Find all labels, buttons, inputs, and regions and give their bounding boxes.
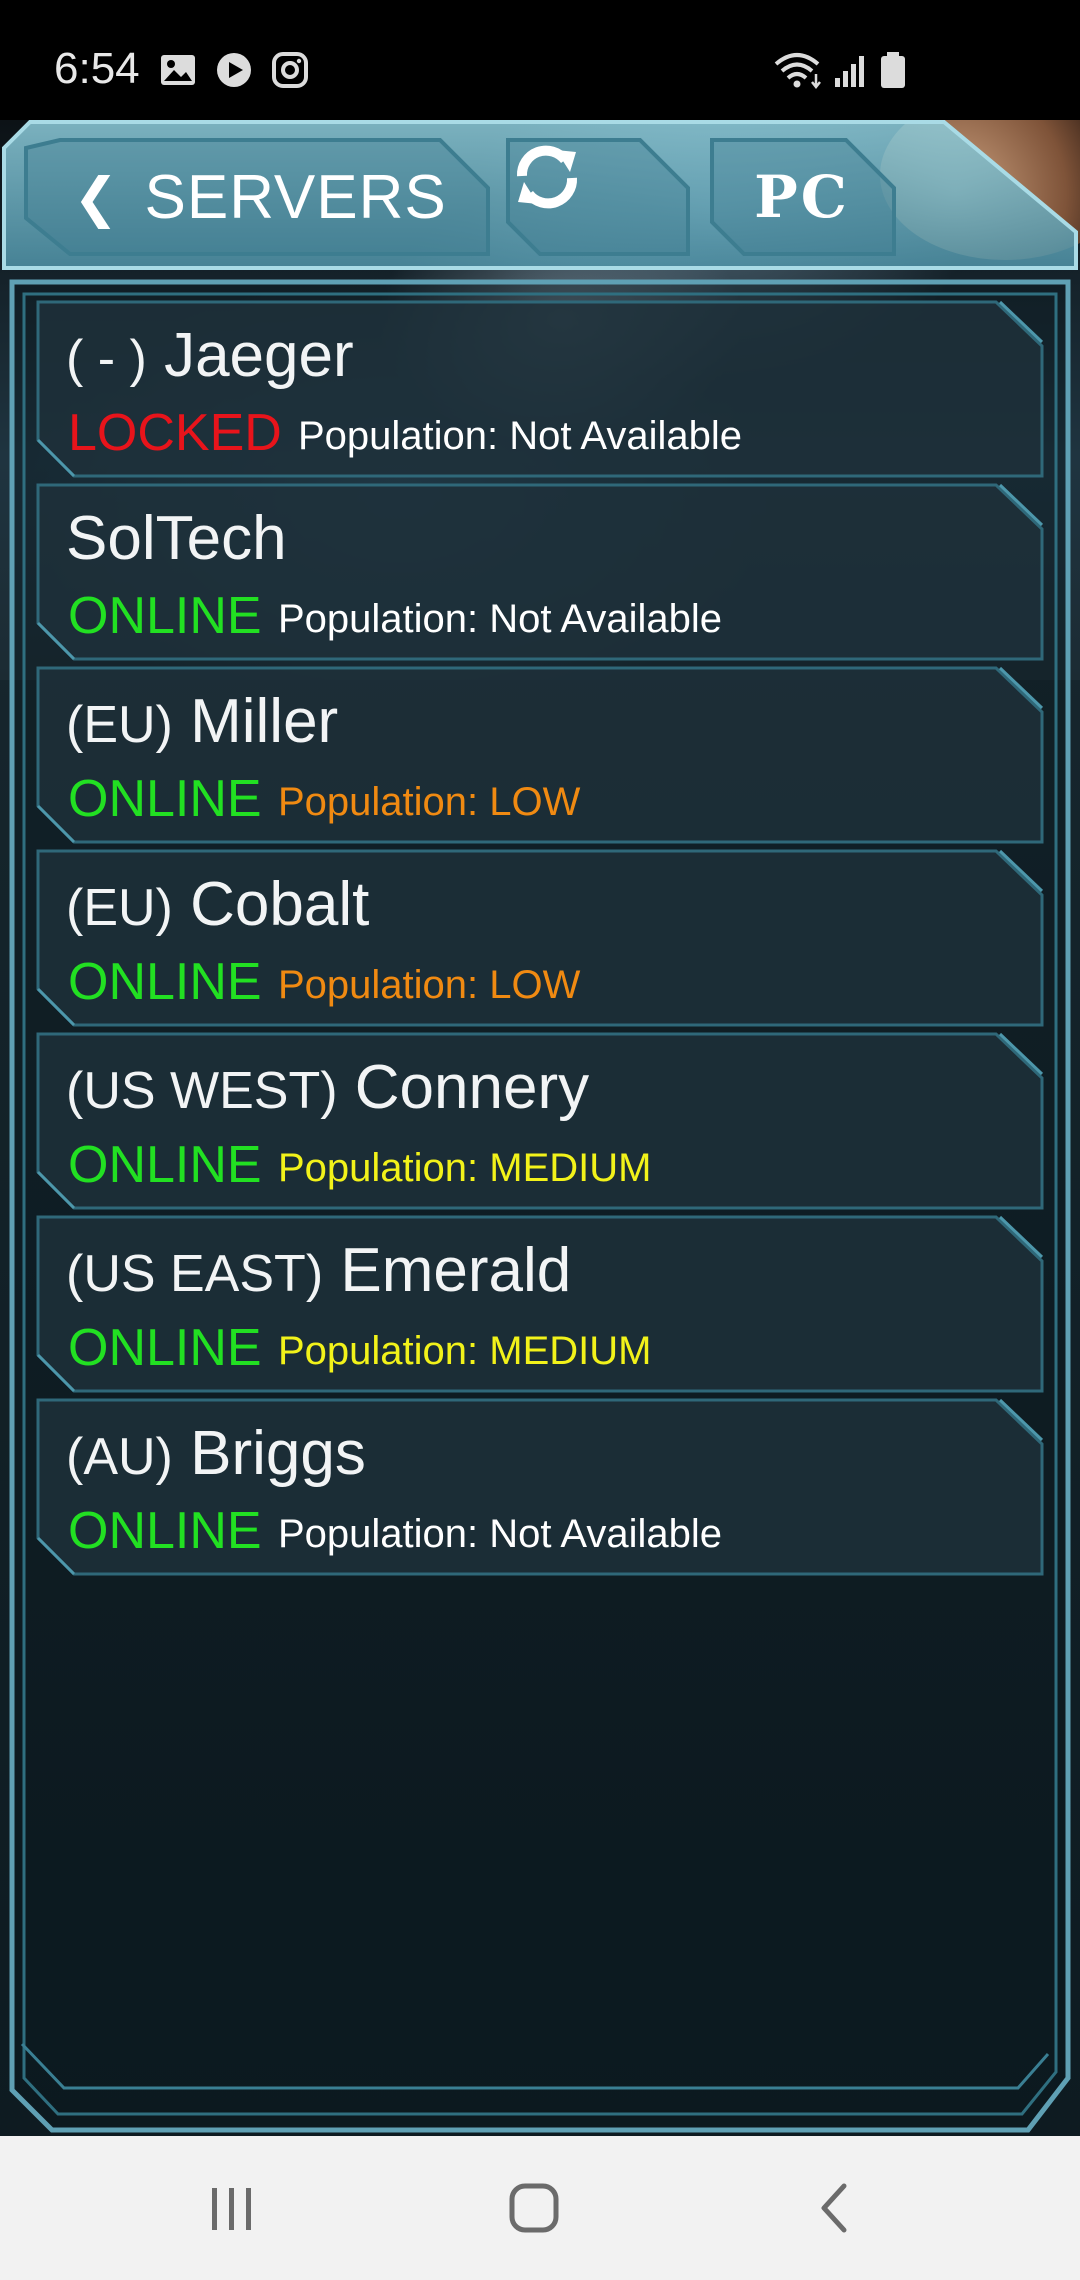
server-title: Emerald <box>340 1236 572 1305</box>
home-icon <box>509 2183 559 2233</box>
platform-pc-button[interactable]: PC <box>712 140 892 254</box>
server-name-spacer <box>173 870 190 939</box>
server-name-spacer <box>173 687 190 756</box>
server-row[interactable]: SolTech ONLINE Population: Not Available <box>36 481 1046 661</box>
navigation-bar <box>0 2136 1080 2280</box>
server-region: (EU) <box>66 696 173 754</box>
server-status: LOCKED <box>68 404 282 462</box>
server-region: (US EAST) <box>66 1245 324 1303</box>
recents-icon <box>212 2188 251 2230</box>
server-name: (US EAST) Emerald <box>66 1235 571 1310</box>
home-button[interactable] <box>454 2136 614 2280</box>
server-name: ( - ) Jaeger <box>66 320 354 395</box>
platform-label: PC <box>754 163 850 231</box>
server-name-spacer <box>147 321 164 390</box>
server-name-spacer <box>323 1236 340 1305</box>
server-population: Population: Not Available <box>298 414 743 458</box>
instagram-icon <box>272 52 308 88</box>
server-row[interactable]: (EU) Cobalt ONLINE Population: LOW <box>36 847 1046 1027</box>
server-row[interactable]: (AU) Briggs ONLINE Population: Not Availab… <box>36 1396 1046 1576</box>
server-status: ONLINE <box>68 1319 262 1377</box>
server-status: ONLINE <box>68 1502 262 1560</box>
chevron-left-icon: ❮ <box>73 165 119 229</box>
server-region: (AU) <box>66 1428 173 1486</box>
server-population: Population: Not Available <box>278 597 723 641</box>
server-name-spacer <box>338 1053 355 1122</box>
server-population: Population: MEDIUM <box>278 1146 652 1190</box>
server-region: (EU) <box>66 879 173 937</box>
server-row[interactable]: ( - ) Jaeger LOCKED Population: Not Availa… <box>36 298 1046 478</box>
back-icon <box>821 2183 847 2233</box>
server-title: Connery <box>354 1053 590 1122</box>
server-title: Jaeger <box>164 321 354 390</box>
recents-button[interactable] <box>152 2136 312 2280</box>
server-population: Population: Not Available <box>278 1512 723 1556</box>
status-bar: 6:54 <box>0 0 1080 120</box>
server-title: SolTech <box>66 504 287 573</box>
server-title: Cobalt <box>190 870 370 939</box>
server-population: Population: MEDIUM <box>278 1329 652 1373</box>
server-row[interactable]: (US WEST) Connery ONLINE Population: MEDIU… <box>36 1030 1046 1210</box>
server-name-spacer <box>173 1419 190 1488</box>
signal-icon <box>835 56 864 87</box>
server-row[interactable]: (US EAST) Emerald ONLINE Population: MEDIU… <box>36 1213 1046 1393</box>
server-name: (US WEST) Connery <box>66 1052 589 1127</box>
wifi-icon <box>774 53 821 90</box>
back-servers-button[interactable]: ❮ SERVERS <box>30 140 490 254</box>
server-name: SolTech <box>66 503 287 578</box>
server-status: ONLINE <box>68 587 262 645</box>
server-region: (US WEST) <box>66 1062 338 1120</box>
server-status: ONLINE <box>68 770 262 828</box>
system-back-button[interactable] <box>756 2136 916 2280</box>
server-name: (AU) Briggs <box>66 1418 366 1493</box>
refresh-button[interactable] <box>510 140 685 254</box>
server-population: Population: LOW <box>278 963 581 1007</box>
play-circle-icon <box>217 53 251 87</box>
header-title: SERVERS <box>144 162 447 232</box>
server-title: Miller <box>190 687 339 756</box>
server-name: (EU) Miller <box>66 686 338 761</box>
server-name: (EU) Cobalt <box>66 869 369 944</box>
server-status: ONLINE <box>68 953 262 1011</box>
battery-icon <box>881 52 905 88</box>
server-population: Population: LOW <box>278 780 581 824</box>
server-status: ONLINE <box>68 1136 262 1194</box>
status-time: 6:54 <box>54 44 140 93</box>
refresh-icon <box>516 145 578 209</box>
server-row[interactable]: (EU) Miller ONLINE Population: LOW <box>36 664 1046 844</box>
server-region: ( - ) <box>66 330 147 388</box>
server-title: Briggs <box>190 1419 366 1488</box>
image-icon <box>161 55 195 85</box>
header-bar: ❮ SERVERS PC <box>0 118 1080 278</box>
